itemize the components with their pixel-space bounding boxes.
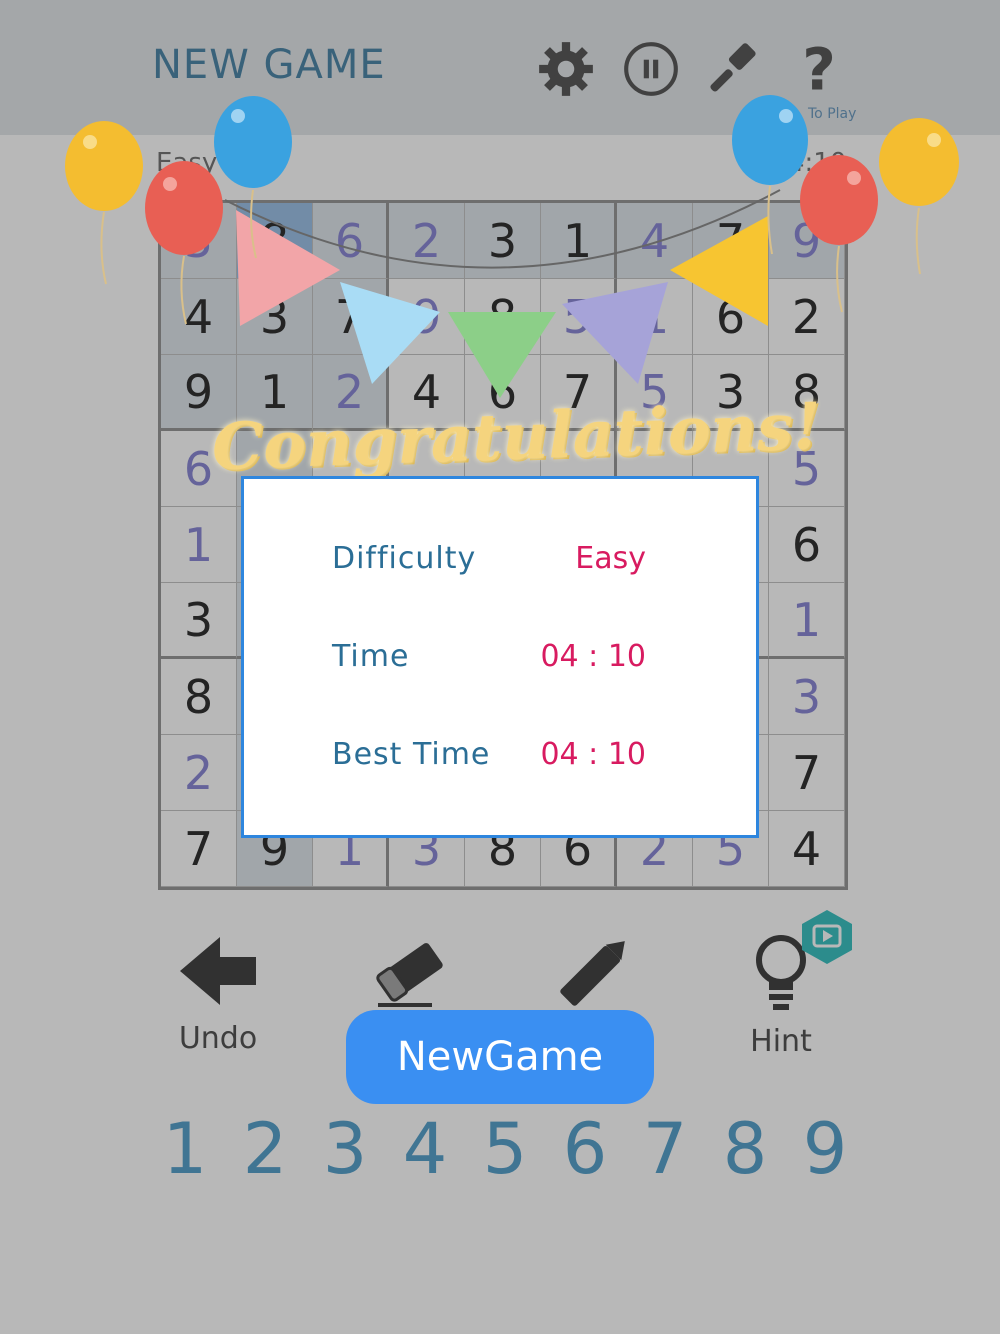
best-time-label: Best Time (332, 737, 491, 772)
time-label: Time (332, 639, 410, 674)
balloon-yellow-right (879, 118, 959, 275)
difficulty-value: Easy (575, 541, 646, 576)
balloon-red-right (800, 155, 878, 313)
balloon-yellow-left (65, 121, 143, 285)
balloon-red-left (145, 161, 223, 325)
best-time-value: 04 : 10 (540, 737, 646, 772)
bunting-flag-green (448, 312, 556, 398)
bunting-flag-blue (340, 282, 440, 384)
difficulty-label: Difficulty (332, 541, 477, 576)
new-game-button[interactable]: NewGame (346, 1010, 654, 1104)
time-value: 04 : 10 (540, 639, 646, 674)
bunting-flag-purple (562, 282, 668, 384)
result-dialog: Difficulty Easy Time 04 : 10 Best Time 0… (241, 476, 759, 838)
